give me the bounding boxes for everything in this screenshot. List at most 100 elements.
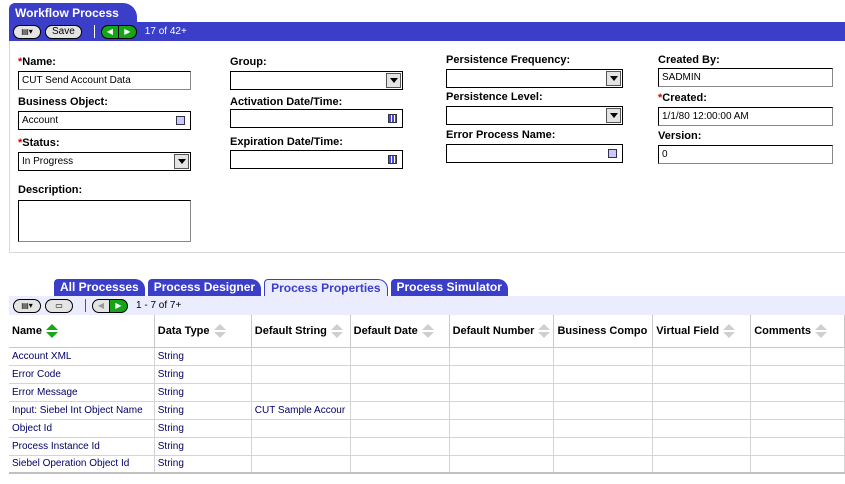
cell-comments[interactable] [750,437,845,456]
sort-icon[interactable] [538,323,551,338]
cell-default-string[interactable] [251,383,351,402]
cell-comments[interactable] [750,347,845,366]
dropdown-arrow-icon[interactable] [606,71,621,86]
previous-record-button[interactable]: ◀ [92,298,110,313]
next-record-button[interactable]: ▶ [110,298,128,313]
cell-business-component[interactable] [553,455,654,474]
cell-default-date[interactable] [350,383,450,402]
table-row[interactable]: Error Code String [9,365,845,384]
cell-data-type[interactable]: String [154,365,252,384]
cell-virtual-field[interactable] [652,455,752,474]
cell-business-component[interactable] [553,401,654,420]
cell-comments[interactable] [750,419,845,438]
cell-business-component[interactable] [553,419,654,438]
cell-data-type[interactable]: String [154,419,252,438]
save-button[interactable]: Save [45,24,82,39]
description-textarea[interactable] [18,200,191,242]
column-header-virtual-field[interactable]: Virtual Field [652,315,752,348]
table-row[interactable]: Process Instance Id String [9,437,845,456]
name-field[interactable]: CUT Send Account Data [18,71,191,90]
calendar-icon[interactable] [388,155,397,164]
cell-default-string[interactable] [251,347,351,366]
cell-name[interactable]: Input: Siebel Int Object Name [9,401,155,420]
cell-default-number[interactable] [449,455,555,474]
cell-default-number[interactable] [449,365,555,384]
cell-default-number[interactable] [449,383,555,402]
table-row[interactable]: Error Message String [9,383,845,402]
cell-name[interactable]: Error Message [9,383,155,402]
cell-virtual-field[interactable] [652,383,752,402]
pick-list-icon[interactable] [176,116,185,125]
error-process-field[interactable] [446,144,623,163]
sort-icon[interactable] [815,323,828,338]
cell-business-component[interactable] [553,347,654,366]
table-row[interactable]: Siebel Operation Object Id String [9,455,845,474]
cell-data-type[interactable]: String [154,383,252,402]
cell-name[interactable]: Account XML [9,347,155,366]
version-field[interactable]: 0 [658,145,833,164]
cell-default-string[interactable] [251,365,351,384]
column-header-default-date[interactable]: Default Date [350,315,450,348]
column-header-data-type[interactable]: Data Type [154,315,252,348]
persistence-level-select[interactable] [446,106,623,125]
sort-icon[interactable] [330,323,343,338]
sort-ascending-icon[interactable] [45,323,58,338]
cell-data-type[interactable]: String [154,455,252,474]
cell-default-date[interactable] [350,419,450,438]
created-by-field[interactable]: SADMIN [658,68,833,87]
cell-default-number[interactable] [449,347,555,366]
tab-process-simulator[interactable]: Process Simulator [390,279,508,296]
cell-business-component[interactable] [553,437,654,456]
persistence-frequency-select[interactable] [446,69,623,88]
cell-virtual-field[interactable] [652,437,752,456]
cell-default-date[interactable] [350,455,450,474]
cell-virtual-field[interactable] [652,365,752,384]
group-select[interactable] [230,71,403,90]
cell-virtual-field[interactable] [652,401,752,420]
expiration-datetime-field[interactable] [230,150,403,169]
cell-default-number[interactable] [449,419,555,438]
cell-data-type[interactable]: String [154,401,252,420]
status-select[interactable]: In Progress [18,152,191,171]
cell-default-date[interactable] [350,365,450,384]
cell-default-string[interactable] [251,437,351,456]
column-header-business-component[interactable]: Business Compo [553,315,654,348]
menu-button[interactable]: ▤▾ [13,24,41,39]
activation-datetime-field[interactable] [230,109,403,128]
sort-icon[interactable] [213,323,226,338]
cell-comments[interactable] [750,383,845,402]
table-row[interactable]: Account XML String [9,347,845,366]
dropdown-arrow-icon[interactable] [606,108,621,123]
cell-default-number[interactable] [449,401,555,420]
previous-record-button[interactable]: ◀ [100,24,119,39]
column-header-comments[interactable]: Comments [750,315,845,348]
dropdown-arrow-icon[interactable] [386,73,401,88]
cell-default-string[interactable]: CUT Sample Accour [251,401,351,420]
created-field[interactable]: 1/1/80 12:00:00 AM [658,107,833,126]
column-header-name[interactable]: Name [9,315,155,348]
cell-comments[interactable] [750,455,845,474]
column-header-default-string[interactable]: Default String [251,315,351,348]
cell-virtual-field[interactable] [652,419,752,438]
tab-all-processes[interactable]: All Processes [54,279,145,296]
table-row[interactable]: Object Id String [9,419,845,438]
cell-data-type[interactable]: String [154,347,252,366]
sort-icon[interactable] [723,323,736,338]
cell-virtual-field[interactable] [652,347,752,366]
new-record-button[interactable]: ▭ [45,298,73,313]
cell-default-date[interactable] [350,401,450,420]
cell-default-date[interactable] [350,347,450,366]
business-object-field[interactable]: Account [18,111,191,130]
cell-default-date[interactable] [350,437,450,456]
cell-default-number[interactable] [449,437,555,456]
cell-name[interactable]: Siebel Operation Object Id [9,455,155,474]
cell-default-string[interactable] [251,455,351,474]
tab-process-designer[interactable]: Process Designer [147,279,262,296]
cell-default-string[interactable] [251,419,351,438]
tab-process-properties[interactable]: Process Properties [264,279,388,296]
table-row[interactable]: Input: Siebel Int Object Name String CUT S… [9,401,845,420]
cell-name[interactable]: Error Code [9,365,155,384]
sort-icon[interactable] [421,323,434,338]
calendar-icon[interactable] [388,114,397,123]
cell-business-component[interactable] [553,365,654,384]
